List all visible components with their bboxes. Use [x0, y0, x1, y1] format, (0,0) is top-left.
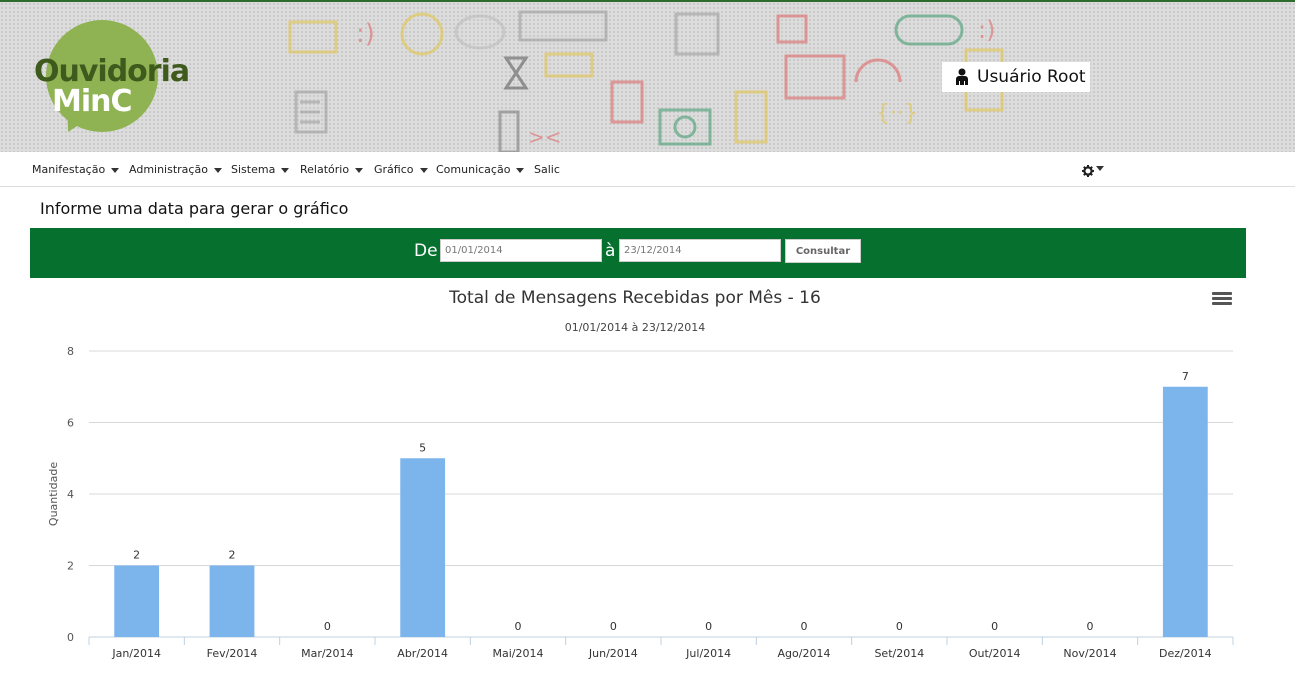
data-label: 0: [1087, 620, 1094, 633]
consultar-button[interactable]: Consultar: [785, 239, 861, 263]
nav-label: Manifestação: [32, 163, 106, 176]
logo-text-minc: MinC: [52, 84, 133, 119]
x-tick-label: Fev/2014: [207, 647, 258, 660]
x-tick-label: Jul/2014: [685, 647, 731, 660]
x-tick-label: Jun/2014: [588, 647, 638, 660]
caret-down-icon: [1096, 166, 1104, 171]
data-label: 0: [896, 620, 903, 633]
bar: [400, 458, 446, 637]
nav-item-manifestacao[interactable]: Manifestação: [32, 163, 120, 176]
data-label: 0: [515, 620, 522, 633]
data-label: 0: [705, 620, 712, 633]
chart-subtitle: 01/01/2014 à 23/12/2014: [565, 321, 706, 334]
y-tick-label: 8: [67, 345, 74, 358]
caret-down-icon: [213, 167, 222, 173]
data-label: 7: [1182, 370, 1189, 383]
user-icon: [956, 68, 968, 85]
from-date-input[interactable]: [440, 239, 602, 262]
nav-item-grafico[interactable]: Gráfico: [374, 163, 428, 176]
svg-text:><: ><: [528, 125, 562, 149]
to-label: à: [605, 241, 616, 261]
y-tick-label: 4: [67, 488, 74, 501]
svg-text::): :): [978, 16, 995, 44]
x-tick-label: Out/2014: [969, 647, 1021, 660]
nav-item-administracao[interactable]: Administração: [129, 163, 222, 176]
x-tick-label: Abr/2014: [397, 647, 448, 660]
chart-title: Total de Mensagens Recebidas por Mês - 1…: [448, 288, 821, 308]
data-label: 0: [324, 620, 331, 633]
svg-text::): :): [356, 19, 375, 49]
ouvidoria-logo[interactable]: Ouvidoria MinC: [32, 20, 212, 140]
to-date-input[interactable]: [619, 239, 781, 262]
caret-down-icon: [355, 167, 364, 173]
caret-down-icon: [281, 167, 290, 173]
x-tick-label: Set/2014: [874, 647, 924, 660]
nav-label: Gráfico: [374, 163, 414, 176]
nav-label: Salic: [534, 163, 560, 176]
user-name: Usuário Root: [977, 67, 1086, 87]
y-axis-label: Quantidade: [47, 462, 60, 526]
nav-label: Sistema: [231, 163, 276, 176]
x-tick-label: Jan/2014: [111, 647, 161, 660]
nav-item-comunicacao[interactable]: Comunicação: [436, 163, 525, 176]
bar: [114, 565, 160, 637]
x-tick-label: Nov/2014: [1063, 647, 1116, 660]
caret-down-icon: [111, 167, 120, 173]
data-label: 0: [610, 620, 617, 633]
nav-label: Administração: [129, 163, 208, 176]
from-label: De: [414, 241, 438, 261]
nav-item-salic[interactable]: Salic: [534, 163, 560, 176]
x-tick-label: Ago/2014: [778, 647, 831, 660]
nav-label: Comunicação: [436, 163, 511, 176]
gear-icon: [1082, 165, 1094, 177]
date-filter-bar: De à Consultar: [30, 228, 1246, 278]
caret-down-icon: [516, 167, 525, 173]
data-label: 2: [133, 549, 140, 562]
caret-down-icon: [419, 167, 428, 173]
data-label: 0: [801, 620, 808, 633]
y-tick-label: 0: [67, 631, 74, 644]
data-label: 0: [991, 620, 998, 633]
data-label: 2: [229, 549, 236, 562]
nav-item-sistema[interactable]: Sistema: [231, 163, 290, 176]
site-header: :) >< :) {··} Ouvidoria MinC Usuário Roo…: [0, 0, 1295, 152]
page-heading: Informe uma data para gerar o gráfico: [40, 199, 349, 218]
y-tick-label: 6: [67, 417, 74, 430]
bar-chart: Total de Mensagens Recebidas por Mês - 1…: [47, 288, 1234, 660]
nav-item-relatorio[interactable]: Relatório: [300, 163, 364, 176]
nav-label: Relatório: [300, 163, 350, 176]
settings-menu[interactable]: [1082, 163, 1104, 177]
y-tick-label: 2: [67, 560, 74, 573]
bar: [209, 565, 255, 637]
x-tick-label: Mar/2014: [301, 647, 353, 660]
data-label: 5: [419, 441, 426, 454]
x-tick-label: Dez/2014: [1159, 647, 1212, 660]
x-tick-label: Mai/2014: [493, 647, 544, 660]
user-menu[interactable]: Usuário Root: [942, 62, 1090, 92]
svg-text:{··}: {··}: [876, 101, 918, 126]
bar: [1162, 386, 1208, 637]
